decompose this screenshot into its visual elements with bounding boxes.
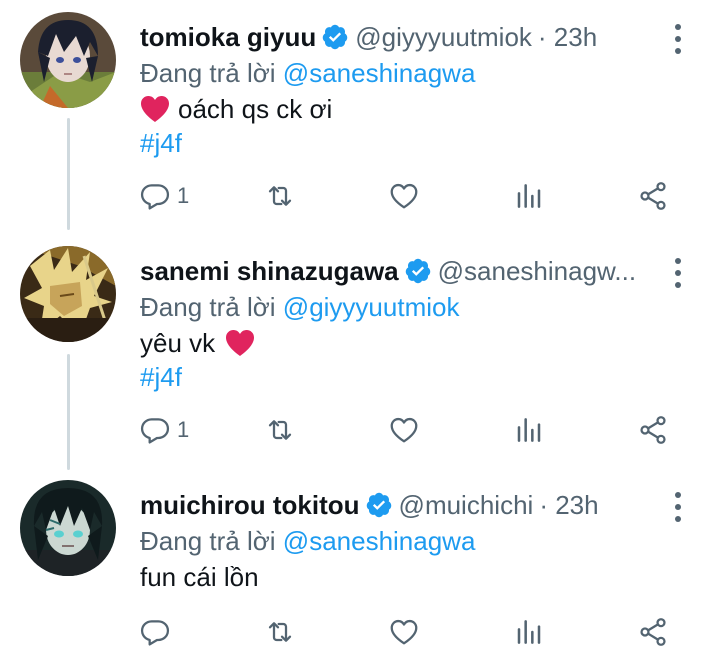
retweet-button[interactable]: [264, 410, 296, 450]
retweet-icon: [264, 180, 296, 212]
tweet-text-content: oách qs ck ơi: [178, 94, 333, 124]
reply-count: 1: [177, 183, 190, 208]
reply-prefix: Đang trả lời: [140, 58, 276, 88]
reply-count: 1: [177, 417, 190, 442]
tweet[interactable]: sanemi shinazugawa @saneshinagw... Đang …: [0, 246, 719, 456]
tweet-text: yêu vk: [140, 326, 255, 360]
tweet[interactable]: tomioka giyuu @giyyyuutmiok · 23h Đang t…: [0, 12, 719, 222]
tweet-actions: 1: [0, 410, 719, 450]
timestamp[interactable]: · 23h: [538, 20, 597, 54]
avatar[interactable]: [20, 246, 116, 342]
share-icon: [637, 616, 669, 648]
hashtag-link[interactable]: #j4f: [140, 360, 182, 394]
reply-button[interactable]: [139, 612, 171, 652]
share-button[interactable]: [637, 410, 669, 450]
like-button[interactable]: [388, 612, 420, 652]
more-options-icon[interactable]: [673, 492, 683, 522]
analytics-icon: [513, 616, 545, 648]
reply-prefix: Đang trả lời: [140, 292, 276, 322]
like-icon: [388, 180, 420, 212]
tweet-text-content: fun cái lồn: [140, 562, 259, 592]
tweet-text-content: yêu vk: [140, 328, 216, 358]
tweet-header: sanemi shinazugawa @saneshinagw...: [140, 254, 655, 288]
like-button[interactable]: [388, 410, 420, 450]
share-button[interactable]: [637, 176, 669, 216]
display-name[interactable]: muichirou tokitou: [140, 488, 360, 522]
share-icon: [637, 180, 669, 212]
reply-icon: [139, 180, 171, 212]
like-icon: [388, 414, 420, 446]
tweet-actions: 1: [0, 176, 719, 216]
verified-badge-icon: [404, 257, 432, 285]
reply-button[interactable]: 1: [139, 176, 189, 216]
mention-link[interactable]: @giyyyuutmiok: [283, 292, 460, 322]
red-heart-emoji-icon: [225, 329, 255, 357]
user-handle[interactable]: @giyyyuutmiok: [355, 20, 532, 54]
display-name[interactable]: tomioka giyuu: [140, 20, 316, 54]
analytics-button[interactable]: [513, 612, 545, 652]
retweet-button[interactable]: [264, 612, 296, 652]
reply-prefix: Đang trả lời: [140, 526, 276, 556]
retweet-icon: [264, 616, 296, 648]
more-options-icon[interactable]: [673, 258, 683, 288]
like-icon: [388, 616, 420, 648]
replying-to: Đang trả lời @saneshinagwa: [140, 56, 475, 90]
verified-badge-icon: [365, 491, 393, 519]
verified-badge-icon: [321, 23, 349, 51]
replying-to: Đang trả lời @saneshinagwa: [140, 524, 475, 558]
tweet-text: fun cái lồn: [140, 560, 259, 594]
avatar[interactable]: [20, 480, 116, 576]
retweet-button[interactable]: [264, 176, 296, 216]
analytics-button[interactable]: [513, 176, 545, 216]
tweet-text: oách qs ck ơi: [140, 92, 332, 126]
avatar[interactable]: [20, 12, 116, 108]
share-icon: [637, 414, 669, 446]
tweet-header: muichirou tokitou @muichichi · 23h: [140, 488, 599, 522]
reply-button[interactable]: 1: [139, 410, 189, 450]
share-button[interactable]: [637, 612, 669, 652]
tweet-actions: [0, 612, 719, 652]
analytics-icon: [513, 414, 545, 446]
user-handle[interactable]: @saneshinagw...: [438, 254, 636, 288]
replying-to: Đang trả lời @giyyyuutmiok: [140, 290, 459, 324]
mention-link[interactable]: @saneshinagwa: [283, 526, 476, 556]
more-options-icon[interactable]: [673, 24, 683, 54]
timestamp[interactable]: · 23h: [539, 488, 598, 522]
display-name[interactable]: sanemi shinazugawa: [140, 254, 399, 288]
analytics-button[interactable]: [513, 410, 545, 450]
mention-link[interactable]: @saneshinagwa: [283, 58, 476, 88]
reply-icon: [139, 414, 171, 446]
tweet-header: tomioka giyuu @giyyyuutmiok · 23h: [140, 20, 597, 54]
red-heart-emoji-icon: [140, 95, 170, 123]
tweet[interactable]: muichirou tokitou @muichichi · 23h Đang …: [0, 480, 719, 666]
like-button[interactable]: [388, 176, 420, 216]
hashtag-link[interactable]: #j4f: [140, 126, 182, 160]
user-handle[interactable]: @muichichi: [399, 488, 534, 522]
reply-icon: [139, 616, 171, 648]
retweet-icon: [264, 414, 296, 446]
analytics-icon: [513, 180, 545, 212]
